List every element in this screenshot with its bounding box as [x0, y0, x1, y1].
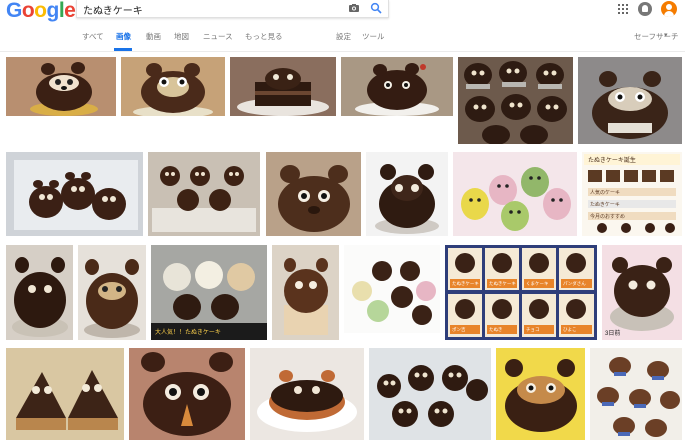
image-result[interactable]: [78, 245, 146, 340]
tab-images[interactable]: 画像: [116, 31, 131, 42]
chevron-down-icon[interactable]: ▾: [664, 31, 668, 39]
image-result[interactable]: [366, 152, 448, 236]
google-logo[interactable]: Google: [6, 0, 76, 21]
image-result[interactable]: [129, 348, 245, 440]
tab-more[interactable]: もっと見る: [245, 31, 283, 42]
image-result[interactable]: [6, 348, 124, 440]
tab-maps[interactable]: 地図: [174, 31, 189, 42]
image-result[interactable]: [148, 152, 260, 236]
image-result[interactable]: [230, 57, 336, 116]
search-box: [76, 0, 389, 18]
active-tab-indicator: [114, 48, 132, 51]
panel-cell-text: パンダさん: [563, 280, 586, 287]
account-avatar[interactable]: [661, 1, 677, 17]
panel-cell-text: ポン吉: [452, 326, 466, 333]
image-result[interactable]: [578, 57, 682, 144]
image-result[interactable]: [6, 152, 143, 236]
apps-grid-icon[interactable]: [618, 4, 628, 14]
image-result[interactable]: 大人気！！たぬきケーキ: [151, 245, 267, 340]
promo-line-text: 今月のおすすめ: [590, 213, 625, 220]
panel-cell-text: ひよこ: [563, 327, 577, 332]
image-result[interactable]: [250, 348, 364, 440]
notifications-icon[interactable]: [638, 2, 652, 16]
image-date-text: 3日前: [605, 329, 620, 337]
search-input[interactable]: [83, 2, 343, 16]
image-result[interactable]: [266, 152, 361, 236]
image-result[interactable]: [6, 245, 73, 340]
image-results-grid: たぬきケーキ誕生 人気のケーキ たぬきケーキ 今月のおすすめ 大人気！！たぬきケ…: [0, 52, 685, 440]
image-result[interactable]: [341, 57, 453, 116]
image-result[interactable]: [369, 348, 491, 440]
panel-cell-text: くまケーキ: [526, 280, 549, 286]
image-result[interactable]: たぬきケーキ誕生 人気のケーキ たぬきケーキ 今月のおすすめ: [582, 152, 682, 236]
page: Google すべて 画像 動画 地図 ニュース もっと見る 設定 ツール: [0, 0, 685, 440]
image-result[interactable]: [458, 57, 573, 144]
promo-header-text: たぬきケーキ誕生: [588, 156, 636, 164]
image-result[interactable]: [453, 152, 577, 236]
promo-line-text: たぬきケーキ: [590, 201, 620, 208]
search-icon[interactable]: [370, 2, 382, 14]
tab-tools[interactable]: ツール: [362, 31, 385, 42]
image-result[interactable]: [344, 245, 440, 333]
tab-news[interactable]: ニュース: [203, 31, 233, 42]
header-bar: Google すべて 画像 動画 地図 ニュース もっと見る 設定 ツール: [0, 0, 685, 52]
search-tabs: すべて 画像 動画 地図 ニュース もっと見る 設定 ツール セーフサーチ ▾: [0, 25, 685, 51]
camera-icon[interactable]: [348, 2, 360, 14]
image-result[interactable]: [496, 348, 585, 440]
image-result[interactable]: たぬきケーキ たぬきケーキ くまケーキ パンダさん ポン吉 たぬき チョコ ひよ…: [445, 245, 597, 340]
image-result[interactable]: [272, 245, 339, 340]
panel-cell-text: たぬきケーキ: [452, 280, 479, 287]
image-result[interactable]: [6, 57, 116, 116]
tab-settings[interactable]: 設定: [336, 31, 351, 42]
image-result[interactable]: [590, 348, 682, 440]
safesearch-button[interactable]: セーフサーチ: [634, 31, 679, 42]
image-banner-text: 大人気！！たぬきケーキ: [155, 328, 221, 336]
image-result[interactable]: 3日前: [602, 245, 682, 340]
image-result[interactable]: [121, 57, 225, 116]
panel-cell-text: たぬきケーキ: [489, 280, 516, 287]
tab-all[interactable]: すべて: [82, 31, 104, 42]
tab-videos[interactable]: 動画: [146, 31, 161, 42]
promo-line-text: 人気のケーキ: [590, 189, 620, 196]
